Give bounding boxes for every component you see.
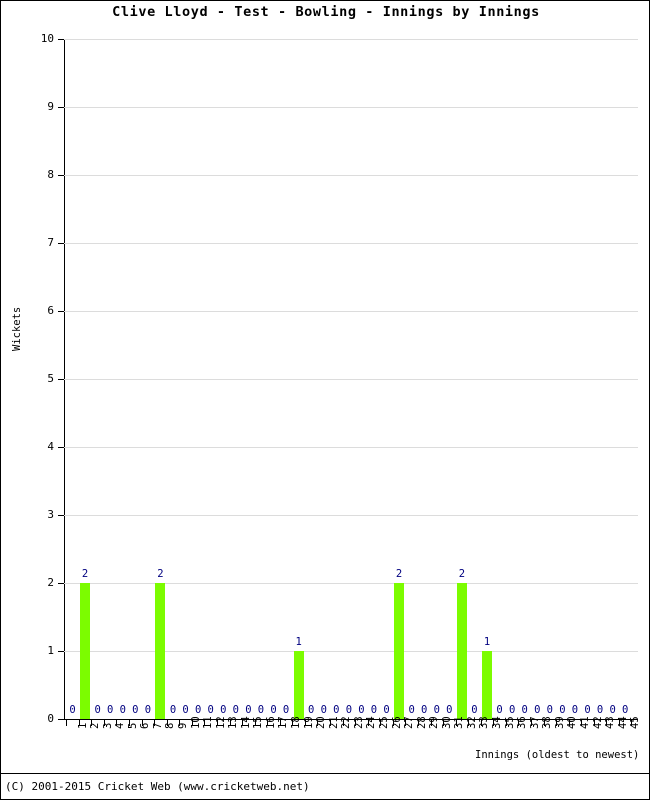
x-tick-mark <box>418 720 419 726</box>
bar-value-label: 2 <box>157 568 164 580</box>
y-tick-label: 6 <box>47 304 54 317</box>
y-tick-label: 4 <box>47 440 54 453</box>
chart-page: Clive Lloyd - Test - Bowling - Innings b… <box>0 0 650 800</box>
y-tick-mark <box>58 175 64 176</box>
y-tick-label: 0 <box>47 712 54 725</box>
gridline <box>64 447 638 448</box>
x-tick-mark <box>104 720 105 726</box>
x-tick-mark <box>493 720 494 726</box>
x-tick-mark <box>142 720 143 726</box>
y-tick-label: 5 <box>47 372 54 385</box>
y-tick-mark <box>58 379 64 380</box>
x-tick-mark <box>569 720 570 726</box>
x-tick-mark <box>179 720 180 726</box>
bar-value-label: 2 <box>458 568 466 580</box>
bar-value-label: 1 <box>295 636 302 648</box>
y-tick-mark <box>58 243 64 244</box>
x-tick-mark <box>518 720 519 726</box>
gridline <box>64 175 638 176</box>
y-tick-mark <box>58 583 64 584</box>
y-tick-label: 2 <box>47 576 54 589</box>
y-tick-label: 1 <box>47 644 54 657</box>
x-tick-mark <box>619 720 620 726</box>
footer-divider <box>1 773 649 774</box>
y-axis-label: Wickets <box>11 306 23 351</box>
x-tick-mark <box>66 720 67 726</box>
y-tick-label: 10 <box>40 32 54 45</box>
x-tick-mark <box>280 720 281 726</box>
y-tick-mark <box>58 447 64 448</box>
x-tick-mark <box>317 720 318 726</box>
x-tick-mark <box>506 720 507 726</box>
x-tick-mark <box>443 720 444 726</box>
page-title: Clive Lloyd - Test - Bowling - Innings b… <box>112 4 540 20</box>
bar-value-label: 1 <box>483 636 491 648</box>
y-tick-mark <box>58 719 64 720</box>
y-tick-mark <box>58 39 64 40</box>
y-tick-label: 7 <box>47 236 54 249</box>
x-tick-mark <box>594 720 595 726</box>
y-tick-mark <box>58 651 64 652</box>
x-tick-mark <box>343 720 344 726</box>
x-tick-mark <box>431 720 432 726</box>
x-tick-mark <box>230 720 231 726</box>
bar-value-label: 2 <box>395 568 403 580</box>
x-tick-mark <box>468 720 469 726</box>
x-tick-mark <box>255 720 256 726</box>
x-tick-mark <box>192 720 193 726</box>
gridline <box>64 243 638 244</box>
x-tick-mark <box>393 720 394 726</box>
bar-value-label: 2 <box>81 568 89 580</box>
x-tick-mark <box>167 720 168 726</box>
x-tick-mark <box>544 720 545 726</box>
x-tick-mark <box>606 720 607 726</box>
x-tick-mark <box>204 720 205 726</box>
x-tick-mark <box>305 720 306 726</box>
bar-value-label: 0 <box>622 704 629 716</box>
y-tick-mark <box>58 311 64 312</box>
x-tick-mark <box>456 720 457 726</box>
x-tick-mark <box>79 720 80 726</box>
y-tick-mark <box>58 107 64 108</box>
x-tick-mark <box>405 720 406 726</box>
gridline <box>64 515 638 516</box>
x-tick-mark <box>355 720 356 726</box>
gridline <box>64 379 638 380</box>
x-tick-mark <box>129 720 130 726</box>
x-tick-mark <box>531 720 532 726</box>
plot-area: 0 1 2 3 4 5 6 7 8 9 10 020000020000000000100000002… <box>41 32 641 729</box>
x-tick-mark <box>217 720 218 726</box>
x-tick-mark <box>556 720 557 726</box>
gridline <box>64 39 638 40</box>
gridline <box>64 583 638 584</box>
bar <box>394 583 405 719</box>
gridline <box>64 651 638 652</box>
x-tick-mark <box>116 720 117 726</box>
x-tick-mark <box>330 720 331 726</box>
footer-copyright: (C) 2001-2015 Cricket Web (www.cricketwe… <box>5 780 310 793</box>
x-tick-mark <box>368 720 369 726</box>
x-tick-mark <box>581 720 582 726</box>
x-tick-mark <box>91 720 92 726</box>
bar <box>456 583 467 719</box>
y-tick-label: 8 <box>47 168 54 181</box>
y-tick-label: 3 <box>47 508 54 521</box>
x-axis-label: Innings (oldest to newest) <box>475 749 640 761</box>
x-tick-mark <box>631 720 632 726</box>
x-tick-mark <box>292 720 293 726</box>
x-tick-mark <box>242 720 243 726</box>
y-tick-label: 9 <box>47 100 54 113</box>
x-tick-mark <box>481 720 482 726</box>
gridline <box>64 311 638 312</box>
y-tick-mark <box>58 515 64 516</box>
x-tick-mark <box>154 720 155 726</box>
x-tick-mark <box>267 720 268 726</box>
bar <box>155 583 166 719</box>
x-tick-mark <box>380 720 381 726</box>
bar <box>80 583 91 719</box>
gridline <box>64 107 638 108</box>
